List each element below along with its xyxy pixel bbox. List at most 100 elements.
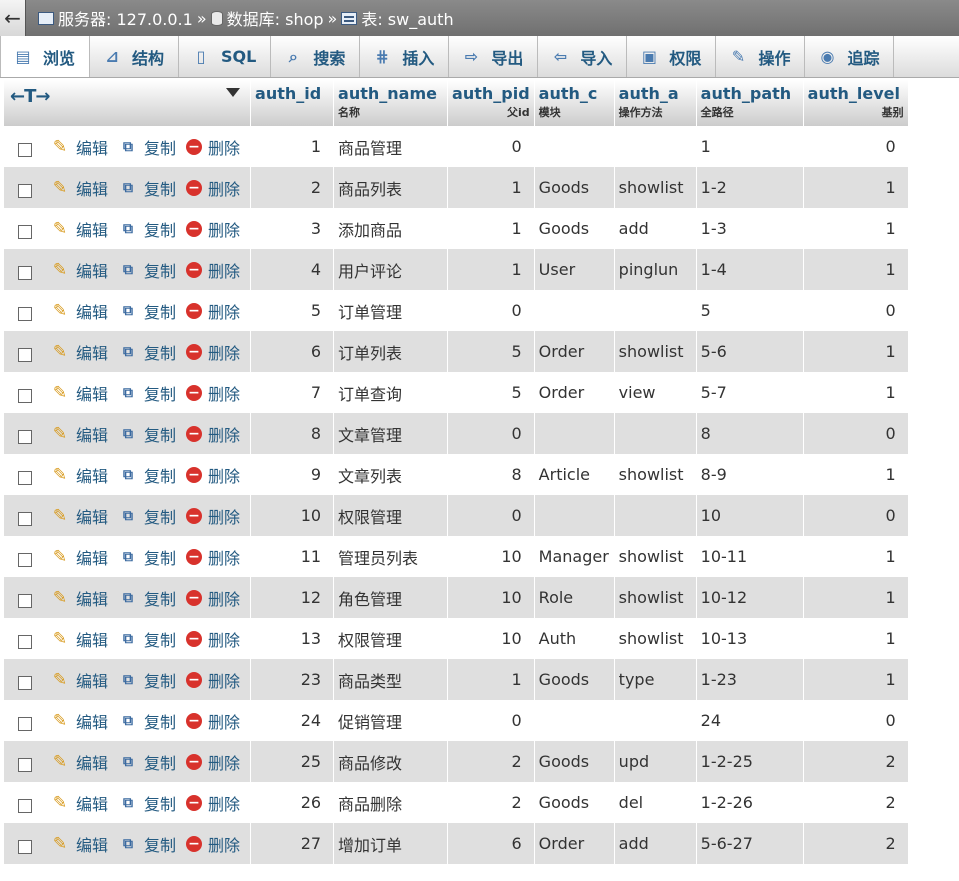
edit-button[interactable]: ✎ 编辑 [50,668,108,692]
copy-button[interactable]: ⧉ 复制 [118,750,176,774]
column-header-auth-level[interactable]: auth_level 基别 [803,80,909,126]
delete-button[interactable]: − 删除 [186,217,240,241]
cell-auth-path[interactable]: 1 [696,126,804,167]
cell-auth-name[interactable]: 商品管理 [333,126,449,167]
edit-button[interactable]: ✎ 编辑 [50,463,108,487]
cell-auth-name[interactable]: 订单查询 [333,372,449,413]
column-header-auth-name[interactable]: auth_name 名称 [333,80,449,126]
copy-button[interactable]: ⧉ 复制 [118,422,176,446]
cell-auth-pid[interactable]: 1 [447,249,535,290]
cell-auth-level[interactable]: 0 [803,126,909,167]
edit-button[interactable]: ✎ 编辑 [50,422,108,446]
cell-auth-c[interactable]: Goods [534,659,615,700]
cell-auth-pid[interactable]: 6 [447,823,535,864]
cell-auth-id[interactable]: 13 [250,618,335,659]
copy-button[interactable]: ⧉ 复制 [118,381,176,405]
row-checkbox[interactable] [18,429,32,444]
cell-auth-id[interactable]: 1 [250,126,335,167]
row-checkbox[interactable] [18,347,32,362]
row-checkbox[interactable] [18,224,32,239]
cell-auth-path[interactable]: 1-3 [696,208,804,249]
row-checkbox[interactable] [18,716,32,731]
cell-auth-a[interactable]: showlist [614,454,697,495]
column-name[interactable]: auth_pid [452,80,530,103]
column-name[interactable]: auth_c [539,80,610,103]
cell-auth-c[interactable]: Goods [534,782,615,823]
column-header-auth-id[interactable]: auth_id [250,80,335,126]
cell-auth-pid[interactable]: 0 [447,126,535,167]
cell-auth-id[interactable]: 2 [250,167,335,208]
cell-auth-id[interactable]: 25 [250,741,335,782]
cell-auth-name[interactable]: 权限管理 [333,618,449,659]
cell-auth-name[interactable]: 权限管理 [333,495,449,536]
cell-auth-id[interactable]: 23 [250,659,335,700]
cell-auth-level[interactable]: 1 [803,167,909,208]
delete-button[interactable]: − 删除 [186,791,240,815]
cell-auth-a[interactable] [614,126,697,167]
cell-auth-id[interactable]: 9 [250,454,335,495]
cell-auth-c[interactable]: Goods [534,208,615,249]
edit-button[interactable]: ✎ 编辑 [50,340,108,364]
cell-auth-id[interactable]: 12 [250,577,335,618]
column-header-auth-path[interactable]: auth_path 全路径 [696,80,804,126]
cell-auth-level[interactable]: 1 [803,454,909,495]
column-header-auth-pid[interactable]: auth_pid 父id [447,80,535,126]
edit-button[interactable]: ✎ 编辑 [50,504,108,528]
row-checkbox[interactable] [18,634,32,649]
cell-auth-path[interactable]: 1-23 [696,659,804,700]
cell-auth-a[interactable]: showlist [614,618,697,659]
cell-auth-path[interactable]: 10-11 [696,536,804,577]
copy-button[interactable]: ⧉ 复制 [118,135,176,159]
copy-button[interactable]: ⧉ 复制 [118,299,176,323]
cell-auth-name[interactable]: 订单列表 [333,331,449,372]
row-checkbox[interactable] [18,511,32,526]
tab-privileges[interactable]: ▣ 权限 [627,36,717,77]
cell-auth-pid[interactable]: 1 [447,208,535,249]
row-checkbox[interactable] [18,265,32,280]
edit-button[interactable]: ✎ 编辑 [50,627,108,651]
cell-auth-c[interactable]: Article [534,454,615,495]
cell-auth-id[interactable]: 5 [250,290,335,331]
row-checkbox[interactable] [18,306,32,321]
edit-button[interactable]: ✎ 编辑 [50,135,108,159]
delete-button[interactable]: − 删除 [186,463,240,487]
breadcrumb-table[interactable]: 表: sw_auth [361,6,453,30]
cell-auth-pid[interactable]: 2 [447,782,535,823]
cell-auth-a[interactable]: add [614,208,697,249]
cell-auth-level[interactable]: 1 [803,249,909,290]
copy-button[interactable]: ⧉ 复制 [118,668,176,692]
cell-auth-name[interactable]: 订单管理 [333,290,449,331]
cell-auth-c[interactable]: Auth [534,618,615,659]
copy-button[interactable]: ⧉ 复制 [118,586,176,610]
column-header-auth-a[interactable]: auth_a 操作方法 [614,80,697,126]
delete-button[interactable]: − 删除 [186,258,240,282]
edit-button[interactable]: ✎ 编辑 [50,299,108,323]
copy-button[interactable]: ⧉ 复制 [118,627,176,651]
cell-auth-level[interactable]: 2 [803,741,909,782]
row-checkbox[interactable] [18,839,32,854]
copy-button[interactable]: ⧉ 复制 [118,504,176,528]
cell-auth-name[interactable]: 商品删除 [333,782,449,823]
edit-button[interactable]: ✎ 编辑 [50,176,108,200]
copy-button[interactable]: ⧉ 复制 [118,545,176,569]
edit-button[interactable]: ✎ 编辑 [50,258,108,282]
cell-auth-a[interactable]: pinglun [614,249,697,290]
tab-import[interactable]: ⇦ 导入 [538,36,628,77]
back-button[interactable]: ← [0,0,26,36]
cell-auth-c[interactable]: Goods [534,167,615,208]
tab-operations[interactable]: ✎ 操作 [716,36,806,77]
cell-auth-pid[interactable]: 2 [447,741,535,782]
cell-auth-c[interactable] [534,290,615,331]
cell-auth-name[interactable]: 增加订单 [333,823,449,864]
column-name[interactable]: auth_level [808,80,904,103]
row-checkbox[interactable] [18,552,32,567]
cell-auth-level[interactable]: 0 [803,290,909,331]
cell-auth-pid[interactable]: 1 [447,167,535,208]
delete-button[interactable]: − 删除 [186,832,240,856]
copy-button[interactable]: ⧉ 复制 [118,463,176,487]
row-checkbox[interactable] [18,142,32,157]
edit-button[interactable]: ✎ 编辑 [50,791,108,815]
cell-auth-a[interactable]: showlist [614,167,697,208]
cell-auth-path[interactable]: 5-6-27 [696,823,804,864]
cell-auth-a[interactable]: showlist [614,331,697,372]
